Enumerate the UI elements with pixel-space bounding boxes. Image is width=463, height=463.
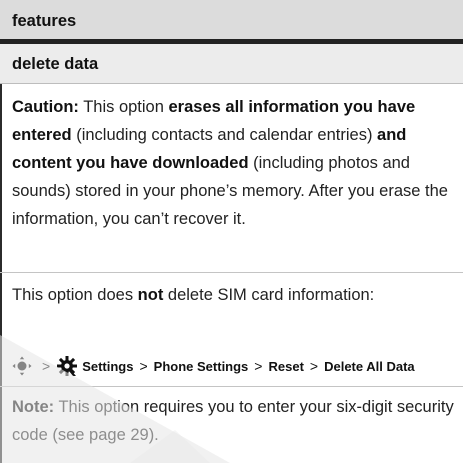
- caution-text-1: This option: [78, 98, 169, 116]
- sim-paragraph: This option does not delete SIM card inf…: [12, 281, 457, 309]
- table-header: features: [0, 0, 463, 44]
- header-title: features: [12, 12, 77, 30]
- sim-text-2: delete SIM card information:: [163, 286, 375, 304]
- sim-bold: not: [137, 286, 164, 304]
- caution-label: Caution:: [12, 98, 79, 116]
- path-item-settings: Settings: [82, 358, 134, 374]
- menu-path: > Settings > Phone Settings > Reset > De…: [12, 352, 415, 380]
- note-text: This option requires you to enter your s…: [12, 398, 454, 444]
- caution-paragraph: Caution: This option erases all informat…: [12, 93, 457, 233]
- nav-key-icon: [12, 356, 32, 376]
- path-separator: >: [42, 358, 51, 374]
- row-divider: [0, 272, 463, 273]
- path-item-delete-all-data: Delete All Data: [324, 358, 415, 374]
- note-label: Note:: [12, 398, 55, 416]
- row-divider: [0, 386, 463, 387]
- path-item-reset: Reset: [268, 358, 304, 374]
- sim-text-1: This option does: [12, 286, 138, 304]
- note-paragraph: Note: This option requires you to enter …: [12, 393, 457, 449]
- path-item-phone-settings: Phone Settings: [153, 358, 249, 374]
- path-separator: >: [309, 358, 319, 374]
- path-separator: >: [254, 358, 263, 374]
- section-title: delete data: [12, 55, 99, 73]
- path-separator: >: [139, 358, 148, 374]
- feature-table: features delete data Caution: This optio…: [0, 0, 463, 463]
- caution-text-2: (including contacts and calendar entries…: [71, 126, 378, 144]
- section-header: delete data: [0, 44, 463, 84]
- settings-gear-icon: [57, 356, 78, 376]
